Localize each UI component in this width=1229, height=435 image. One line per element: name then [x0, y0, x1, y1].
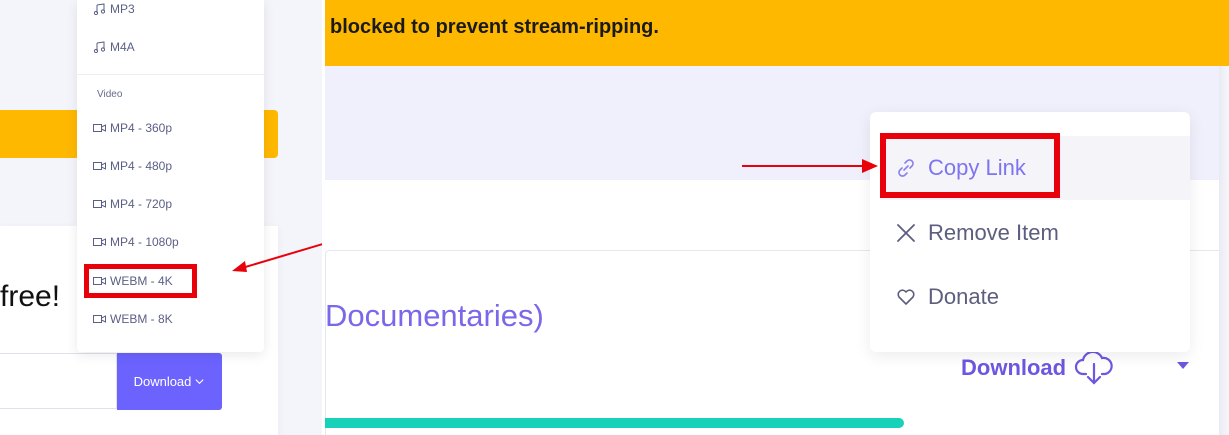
warning-banner: blocked to prevent stream-ripping.	[325, 0, 1229, 66]
video-camera-icon	[93, 124, 106, 132]
download-link-label: Download	[961, 355, 1067, 380]
left-screenshot-panel: free! Download MP3 M4A Video MP4 - 360p …	[0, 0, 322, 435]
format-item-mp4-360p[interactable]: MP4 - 360p	[93, 119, 172, 137]
music-note-icon	[93, 41, 106, 53]
caret-down-icon[interactable]	[1176, 361, 1190, 370]
highlight-box-copy-link	[880, 133, 1060, 198]
video-camera-icon	[93, 200, 106, 208]
chevron-down-icon	[195, 379, 204, 385]
right-screenshot-panel: blocked to prevent stream-ripping. Docum…	[325, 0, 1229, 435]
video-title: Documentaries)	[325, 298, 544, 333]
url-input[interactable]	[0, 353, 117, 409]
menu-item-donate[interactable]: Donate	[896, 282, 999, 312]
video-camera-icon	[93, 238, 106, 246]
format-item-mp4-1080p[interactable]: MP4 - 1080p	[93, 233, 179, 251]
menu-divider	[77, 74, 264, 75]
download-button[interactable]: Download	[117, 353, 222, 410]
music-note-icon	[93, 3, 106, 15]
format-item-webm-8k[interactable]: WEBM - 8K	[93, 310, 173, 328]
format-item-mp4-720p[interactable]: MP4 - 720p	[93, 195, 172, 213]
download-progress-bar	[325, 418, 904, 428]
format-item-m4a[interactable]: M4A	[93, 38, 135, 56]
video-section-label: Video	[97, 89, 123, 100]
scroll-edge	[1219, 66, 1229, 435]
banner-text: blocked to prevent stream-ripping.	[330, 16, 659, 38]
format-item-mp3[interactable]: MP3	[93, 0, 135, 18]
cloud-download-icon	[1075, 350, 1113, 385]
format-item-mp4-480p[interactable]: MP4 - 480p	[93, 157, 172, 175]
video-camera-icon	[93, 315, 106, 323]
promo-text: free!	[0, 280, 61, 313]
menu-item-remove-item[interactable]: Remove Item	[896, 218, 1059, 248]
download-link[interactable]: Download	[961, 350, 1114, 386]
download-button-label: Download	[133, 374, 192, 389]
format-dropdown: MP3 M4A Video MP4 - 360p MP4 - 480p MP4 …	[77, 0, 264, 352]
annotation-arrow-left	[232, 243, 322, 272]
close-icon	[897, 224, 915, 242]
annotation-arrow-right	[742, 159, 878, 173]
highlight-box-webm-4k	[84, 264, 197, 298]
video-camera-icon	[93, 162, 106, 170]
heart-icon	[897, 289, 915, 305]
